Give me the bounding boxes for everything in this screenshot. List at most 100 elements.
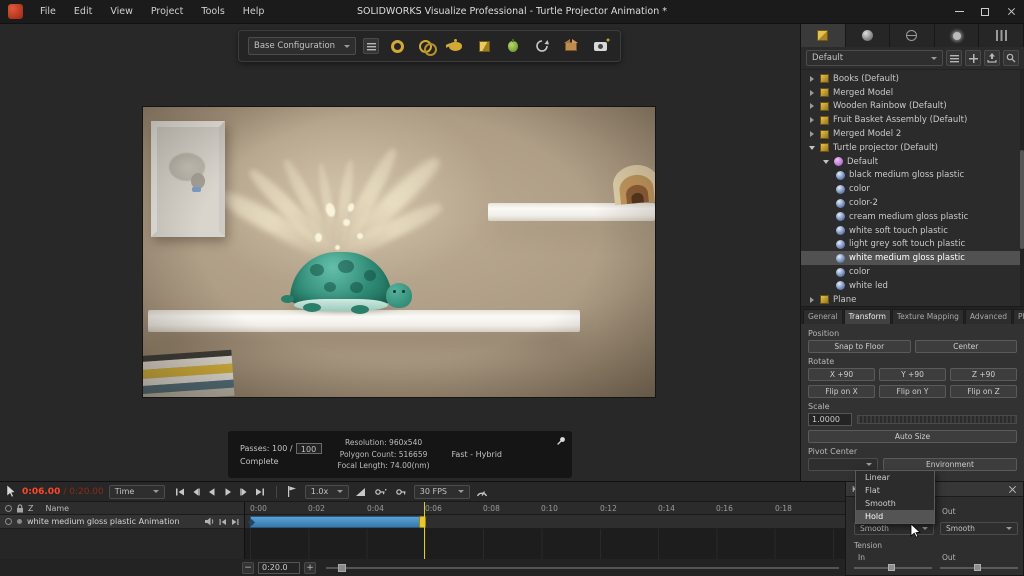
menu-file[interactable]: File: [31, 0, 65, 24]
tree-item-wooden-rainbow[interactable]: Wooden Rainbow (Default): [801, 100, 1024, 114]
time-mode-select[interactable]: Time: [109, 485, 165, 499]
expand-icon[interactable]: [808, 76, 816, 82]
tree-item-books[interactable]: Books (Default): [801, 72, 1024, 86]
rotate-x-button[interactable]: X +90: [808, 368, 875, 381]
menu-tools[interactable]: Tools: [192, 0, 233, 24]
flip-y-button[interactable]: Flip on Y: [879, 385, 946, 398]
expand-icon[interactable]: [808, 131, 816, 137]
record-toggle[interactable]: [5, 518, 12, 525]
export-button[interactable]: [984, 50, 1000, 66]
menu-help[interactable]: Help: [234, 0, 274, 24]
tab-transform[interactable]: Transform: [844, 309, 891, 324]
flip-x-button[interactable]: Flip on X: [808, 385, 875, 398]
slider-handle[interactable]: [888, 564, 895, 571]
rotate-z-button[interactable]: Z +90: [950, 368, 1017, 381]
out-interpolation-select[interactable]: Smooth: [940, 522, 1018, 535]
previous-frame-button[interactable]: [189, 485, 204, 499]
render-camera-button[interactable]: [589, 35, 611, 57]
minimize-button[interactable]: [946, 0, 972, 24]
tree-item-material-selected[interactable]: white medium gloss plastic: [801, 251, 1024, 265]
tension-in-slider[interactable]: [854, 567, 932, 569]
tree-item-material[interactable]: color: [801, 265, 1024, 279]
render-view[interactable]: [143, 107, 655, 397]
tension-out-slider[interactable]: [940, 567, 1018, 569]
expand-icon[interactable]: [808, 103, 816, 109]
speaker-icon[interactable]: [205, 517, 215, 526]
set-list-button[interactable]: [946, 50, 962, 66]
search-button[interactable]: [1003, 50, 1019, 66]
playback-speed-select[interactable]: 1.0x: [305, 485, 349, 499]
prev-keyframe-icon[interactable]: [219, 518, 227, 526]
menu-item-flat[interactable]: Flat: [856, 484, 934, 497]
tree-item-merged-model[interactable]: Merged Model: [801, 86, 1024, 100]
tab-appearances[interactable]: [846, 24, 891, 47]
zoom-in-button[interactable]: +: [304, 562, 316, 574]
slider-handle[interactable]: [974, 564, 981, 571]
scrollbar-thumb[interactable]: [1020, 150, 1024, 249]
tab-general[interactable]: General: [803, 309, 843, 324]
maximize-button[interactable]: [972, 0, 998, 24]
tree-item-material[interactable]: light grey soft touch plastic: [801, 238, 1024, 252]
menu-item-linear[interactable]: Linear: [856, 471, 934, 484]
add-button[interactable]: [965, 50, 981, 66]
tree-item-material[interactable]: color-2: [801, 196, 1024, 210]
tab-physics[interactable]: Physics: [1013, 309, 1024, 324]
scale-value-field[interactable]: 1.0000: [808, 413, 852, 426]
tab-views[interactable]: [979, 24, 1024, 47]
enable-toggle[interactable]: [17, 519, 22, 524]
duration-field[interactable]: 0:20.0: [258, 562, 300, 574]
animation-clip-bar[interactable]: [250, 516, 425, 528]
tree-item-material[interactable]: color: [801, 182, 1024, 196]
menu-project[interactable]: Project: [142, 0, 193, 24]
play-button[interactable]: [221, 485, 236, 499]
tree-item-plane[interactable]: Plane: [801, 293, 1024, 306]
expand-icon[interactable]: [808, 117, 816, 123]
model-set-select[interactable]: Default: [806, 50, 943, 66]
add-keyframe-button[interactable]: [374, 485, 389, 499]
passes-total-field[interactable]: 100: [296, 443, 322, 454]
center-button[interactable]: Center: [915, 340, 1018, 353]
tree-item-default-group[interactable]: Default: [801, 155, 1024, 169]
timeline-settings-button[interactable]: [475, 485, 490, 499]
next-frame-button[interactable]: [237, 485, 252, 499]
menu-view[interactable]: View: [101, 0, 142, 24]
go-to-start-button[interactable]: [173, 485, 188, 499]
tree-item-merged-model-2[interactable]: Merged Model 2: [801, 127, 1024, 141]
keyframe-options-button[interactable]: [394, 485, 409, 499]
animation-track-row[interactable]: white medium gloss plastic Animation: [0, 515, 244, 529]
flip-z-button[interactable]: Flip on Z: [950, 385, 1017, 398]
timeline-zoom-slider[interactable]: [326, 567, 839, 569]
cube-render-button[interactable]: [473, 35, 495, 57]
menu-edit[interactable]: Edit: [65, 0, 101, 24]
go-to-end-button[interactable]: [253, 485, 268, 499]
fps-select[interactable]: 30 FPS: [414, 485, 470, 499]
open-box-button[interactable]: [560, 35, 582, 57]
viewport[interactable]: Base Configuration: [0, 24, 800, 481]
tab-texture-mapping[interactable]: Texture Mapping: [892, 309, 964, 324]
zoom-slider-handle[interactable]: [338, 564, 346, 572]
torus-render-button[interactable]: [386, 35, 408, 57]
zoom-out-button[interactable]: −: [242, 562, 254, 574]
collapse-icon[interactable]: [808, 146, 816, 150]
pin-button[interactable]: [556, 436, 566, 446]
tab-environments[interactable]: [890, 24, 935, 47]
menu-item-hold[interactable]: Hold: [856, 510, 934, 523]
tree-item-material[interactable]: cream medium gloss plastic: [801, 210, 1024, 224]
tree-item-material[interactable]: black medium gloss plastic: [801, 169, 1024, 183]
menu-item-smooth[interactable]: Smooth: [856, 497, 934, 510]
tree-item-fruit-basket[interactable]: Fruit Basket Assembly (Default): [801, 113, 1024, 127]
expand-icon[interactable]: [808, 90, 816, 96]
ramp-button[interactable]: [354, 485, 369, 499]
collapse-icon[interactable]: [822, 160, 830, 164]
tree-item-turtle-projector[interactable]: Turtle projector (Default): [801, 141, 1024, 155]
teapot-render-button[interactable]: [444, 35, 466, 57]
close-panel-button[interactable]: [1008, 485, 1017, 494]
close-button[interactable]: [998, 0, 1024, 24]
rotate-y-button[interactable]: Y +90: [879, 368, 946, 381]
tab-scenes[interactable]: [935, 24, 980, 47]
pointer-icon[interactable]: [6, 485, 17, 498]
auto-size-button[interactable]: Auto Size: [808, 430, 1017, 443]
turntable-button[interactable]: [531, 35, 553, 57]
next-keyframe-icon[interactable]: [231, 518, 239, 526]
expand-icon[interactable]: [808, 297, 816, 303]
